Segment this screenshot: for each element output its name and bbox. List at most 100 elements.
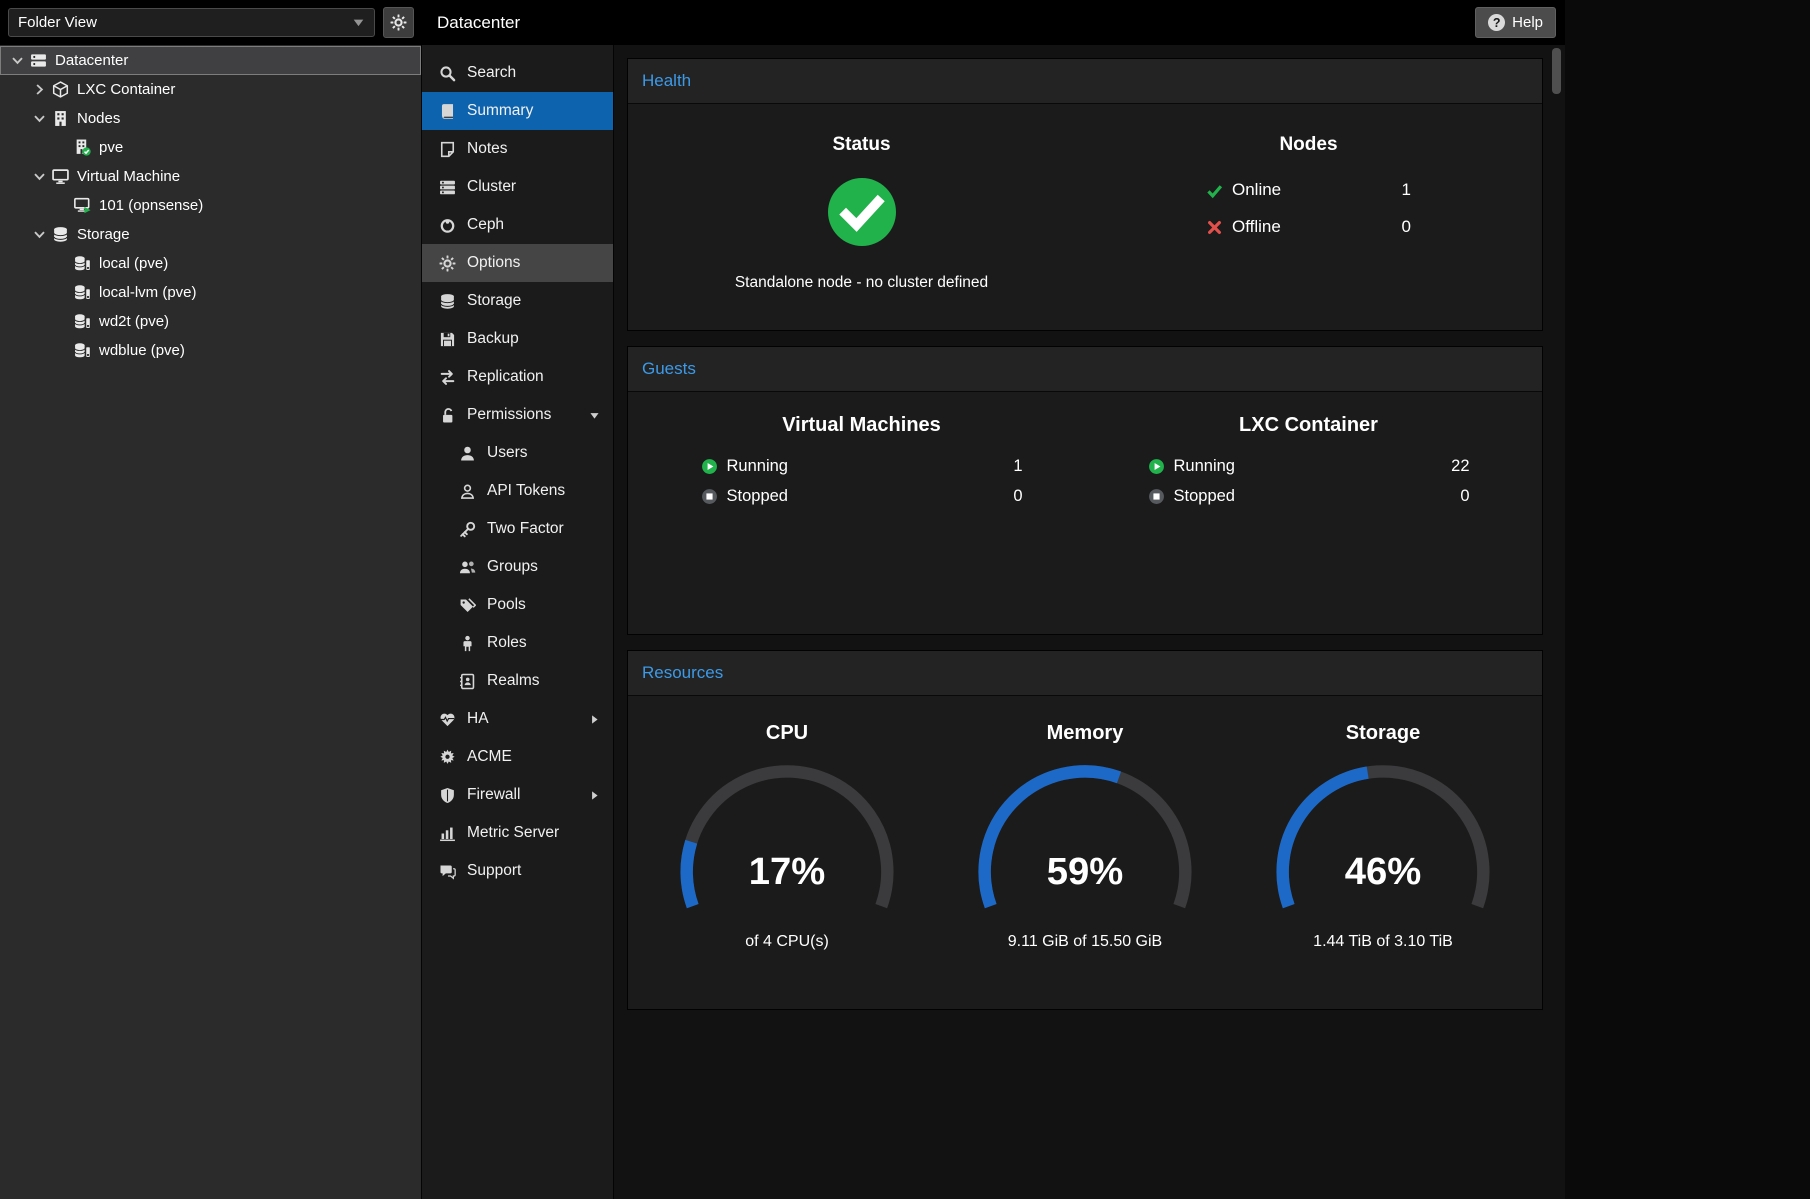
menu-item-label: Support [467,862,521,880]
guest-status-value: 1 [1013,457,1022,476]
collapse-arrow-icon[interactable] [32,111,47,126]
storage-drive-icon [74,313,91,330]
menu-item-roles[interactable]: Roles [422,624,613,662]
node-icon [74,139,91,156]
tree-item-label: Nodes [74,110,120,127]
health-panel: Health Status Standalone node - no clust… [627,58,1543,331]
ceph-icon [439,217,456,234]
memory-gauge-column: Memory59%9.11 GiB of 15.50 GiB [936,722,1234,951]
menu-item-permissions[interactable]: Permissions [422,396,613,434]
tree-indent [54,256,69,271]
tree-item-pve[interactable]: pve [0,133,421,162]
tree-item-nodes[interactable]: Nodes [0,104,421,133]
gauge-heading: CPU [766,722,808,745]
guest-status-label: Running [1174,457,1235,476]
menu-item-two-factor[interactable]: Two Factor [422,510,613,548]
tree-item-label: local-lvm (pve) [96,284,197,301]
resources-panel: Resources CPU17%of 4 CPU(s)Memory59%9.11… [627,650,1543,1010]
tree-item-virtual-machine[interactable]: Virtual Machine [0,162,421,191]
collapse-arrow-icon[interactable] [32,169,47,184]
menu-item-support[interactable]: Support [422,852,613,890]
menu-item-api-tokens[interactable]: API Tokens [422,472,613,510]
floppy-icon [439,331,456,348]
tree-item-label: 101 (opnsense) [96,197,203,214]
monitor-icon [52,168,69,185]
question-circle-icon: ? [1488,14,1505,31]
storage-drive-icon [74,255,91,272]
gauge-detail: 9.11 GiB of 15.50 GiB [1008,933,1162,951]
user-o-icon [459,483,476,500]
menu-item-notes[interactable]: Notes [422,130,613,168]
menu-item-ceph[interactable]: Ceph [422,206,613,244]
tree-item-storage-wdblue[interactable]: wdblue (pve) [0,336,421,365]
male-icon [459,635,476,652]
gear-icon [390,14,407,31]
status-column: Status Standalone node - no cluster defi… [638,120,1085,292]
menu-item-realms[interactable]: Realms [422,662,613,700]
guests-column: LXC ContainerRunning22Stopped0 [1085,406,1532,506]
expand-arrow-icon[interactable] [32,82,47,97]
tree-item-storage-local-lvm[interactable]: local-lvm (pve) [0,278,421,307]
menu-item-label: Search [467,64,516,82]
menu-item-groups[interactable]: Groups [422,548,613,586]
guest-status-value: 0 [1460,487,1469,506]
building-icon [52,110,69,127]
view-mode-select[interactable]: Folder View [8,8,375,37]
menu-item-pools[interactable]: Pools [422,586,613,624]
menu-item-search[interactable]: Search [422,54,613,92]
menu-item-users[interactable]: Users [422,434,613,472]
guests-panel-title: Guests [642,359,696,379]
tree-indent [54,314,69,329]
gauge-percent-value: 46% [1345,850,1422,893]
health-panel-title: Health [642,71,691,91]
tree-item-label: wd2t (pve) [96,313,169,330]
tree-indent [54,198,69,213]
menu-item-storage[interactable]: Storage [422,282,613,320]
resources-body: CPU17%of 4 CPU(s)Memory59%9.11 GiB of 15… [628,696,1542,1009]
tree-item-storage[interactable]: Storage [0,220,421,249]
menu-item-label: API Tokens [487,482,565,500]
burst-icon [439,749,456,766]
address-book-icon [459,673,476,690]
play-icon [1148,458,1165,475]
menu-item-cluster[interactable]: Cluster [422,168,613,206]
gauge-percent-value: 59% [1047,850,1124,893]
guests-rows: Running22Stopped0 [1148,457,1470,506]
content-scrollbar[interactable] [1552,47,1562,1199]
tree-item-storage-local[interactable]: local (pve) [0,249,421,278]
content-area: Health Status Standalone node - no clust… [614,45,1565,1199]
menu-item-ha[interactable]: HA [422,700,613,738]
menu-item-label: Replication [467,368,544,386]
menu-item-replication[interactable]: Replication [422,358,613,396]
menu-item-options[interactable]: Options [422,244,613,282]
menu-item-metric-server[interactable]: Metric Server [422,814,613,852]
menu-item-acme[interactable]: ACME [422,738,613,776]
help-button[interactable]: ? Help [1475,7,1556,38]
guests-column-heading: Virtual Machines [782,414,941,437]
menu-item-summary[interactable]: Summary [422,92,613,130]
unlock-icon [439,407,456,424]
memory-gauge: 59% [949,759,1221,931]
search-icon [439,65,456,82]
health-body: Status Standalone node - no cluster defi… [628,104,1542,330]
cube-icon [52,81,69,98]
menu-item-backup[interactable]: Backup [422,320,613,358]
nodes-heading: Nodes [1279,134,1337,156]
tree-item-datacenter[interactable]: Datacenter [0,46,421,75]
menu-item-label: ACME [467,748,512,766]
tree-indent [54,140,69,155]
menu-item-label: Firewall [467,786,520,804]
scrollbar-thumb[interactable] [1552,48,1561,94]
collapse-arrow-icon[interactable] [32,227,47,242]
guests-rows: Running1Stopped0 [701,457,1023,506]
menu-item-firewall[interactable]: Firewall [422,776,613,814]
help-button-label: Help [1512,14,1543,31]
proxmox-window: Folder View Datacenter ? Help Datacenter… [0,0,1565,1199]
tree-item-vm-101[interactable]: 101 (opnsense) [0,191,421,220]
tree-item-lxc-container[interactable]: LXC Container [0,75,421,104]
tree-settings-button[interactable] [383,7,414,38]
collapse-arrow-icon[interactable] [10,53,25,68]
status-heading: Status [832,134,890,156]
menu-item-label: Roles [487,634,527,652]
tree-item-storage-wd2t[interactable]: wd2t (pve) [0,307,421,336]
